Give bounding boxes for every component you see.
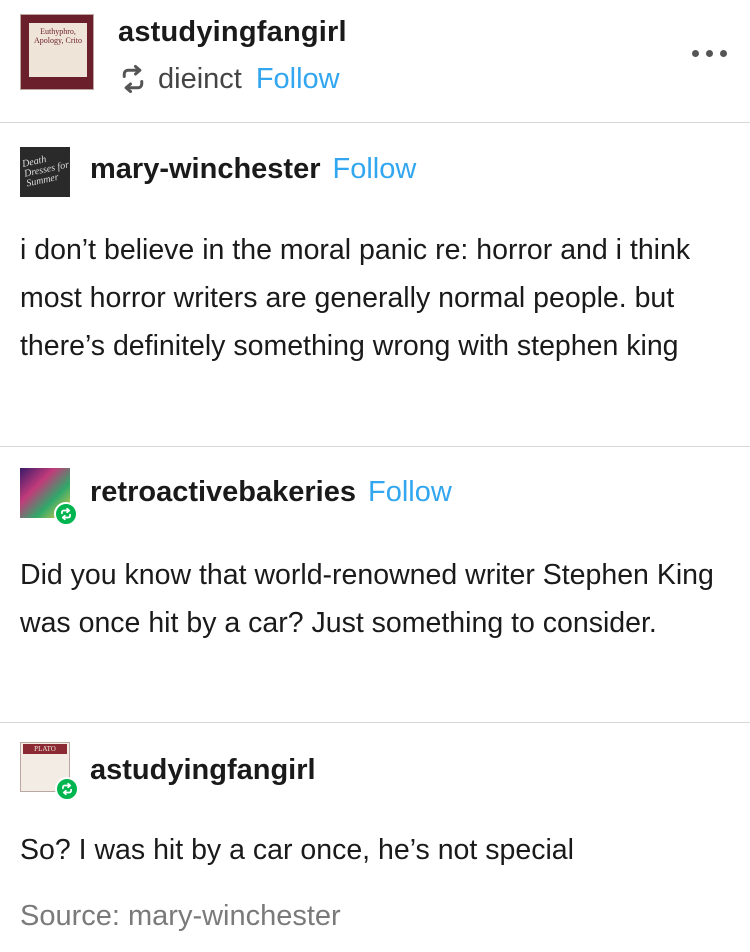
post-text: Did you know that world-renowned writer … — [20, 559, 714, 639]
avatar[interactable] — [20, 468, 78, 526]
trail-username: retroactivebakeries Follow — [90, 476, 452, 509]
trail-username-link[interactable]: retroactivebakeries — [90, 476, 356, 508]
follow-button[interactable]: Follow — [256, 63, 340, 96]
trail-username: mary-winchester Follow — [90, 153, 416, 186]
trail-username: astudyingfangirl — [90, 754, 316, 787]
post-text: So? I was hit by a car once, he’s not sp… — [20, 834, 574, 866]
divider — [0, 446, 750, 447]
divider — [0, 122, 750, 123]
reblogged-from-name[interactable]: dieinct — [158, 63, 242, 96]
reblog-badge-icon — [55, 777, 79, 801]
post-header: Euthyphro, Apology, Crito astudyingfangi… — [0, 0, 750, 122]
avatar[interactable]: Death Dresses for Summer — [20, 147, 70, 197]
trail-username-link[interactable]: astudyingfangirl — [90, 754, 316, 786]
blog-name[interactable]: astudyingfangirl — [118, 16, 347, 49]
follow-button[interactable]: Follow — [333, 153, 417, 185]
divider — [0, 722, 750, 723]
avatar-book-title: PLATO — [23, 744, 67, 754]
post-text: i don’t believe in the moral panic re: h… — [20, 234, 691, 362]
trail-username-link[interactable]: mary-winchester — [90, 153, 321, 185]
reblog-icon — [122, 65, 144, 93]
avatar[interactable]: Euthyphro, Apology, Crito — [20, 14, 94, 90]
avatar-book-label: Euthyphro, Apology, Crito — [29, 23, 87, 77]
reblog-badge-icon — [54, 502, 78, 526]
avatar-book-title: Death Dresses for Summer — [21, 154, 71, 190]
reblog-trail-item: Death Dresses for Summer mary-winchester… — [0, 145, 750, 205]
follow-button[interactable]: Follow — [368, 476, 452, 508]
avatar[interactable]: PLATO — [20, 742, 79, 801]
reblog-line: dieinct Follow — [118, 61, 340, 97]
more-options-icon[interactable] — [690, 46, 730, 62]
reblog-trail-item: retroactivebakeries Follow — [0, 468, 750, 528]
reblog-trail-item: PLATO astudyingfangirl — [0, 742, 750, 802]
post-source-link[interactable]: Source: mary-winchester — [20, 900, 341, 933]
